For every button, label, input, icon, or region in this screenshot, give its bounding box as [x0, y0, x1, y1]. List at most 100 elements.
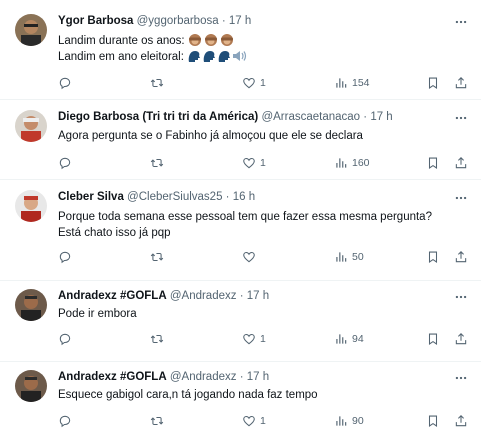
- reply-button[interactable]: [58, 250, 76, 264]
- tweet-text: Porque toda semana esse pessoal tem que …: [58, 211, 432, 223]
- views-button[interactable]: 94: [334, 332, 364, 346]
- views-button[interactable]: 90: [334, 414, 364, 428]
- views-count: 50: [352, 251, 364, 263]
- retweet-button[interactable]: [150, 250, 168, 264]
- author-handle[interactable]: @Andradexz: [170, 290, 237, 302]
- tweet-actions: 1 154: [58, 76, 468, 90]
- tweet-actions: 50: [58, 250, 468, 264]
- tweet-text: Está chato isso já pqp: [58, 227, 171, 239]
- bookmark-button[interactable]: [426, 250, 440, 264]
- timestamp[interactable]: 17 h: [370, 111, 392, 123]
- tweet[interactable]: Andradexz #GOFLA @Andradexz · 17 h Pode …: [0, 281, 481, 362]
- tweet-header: Andradexz #GOFLA @Andradexz · 17 h: [58, 370, 269, 384]
- tweet-actions: 1 160: [58, 156, 468, 170]
- bookmark-icon: [428, 415, 438, 427]
- reply-button[interactable]: [58, 414, 76, 428]
- reply-button[interactable]: [58, 156, 76, 170]
- views-button[interactable]: 160: [334, 156, 370, 170]
- retweet-button[interactable]: [150, 76, 168, 90]
- share-button[interactable]: [454, 76, 468, 90]
- separator: ·: [363, 111, 368, 123]
- speaking-head-icon: [187, 49, 247, 68]
- share-icon: [455, 77, 467, 89]
- views-chart-icon: [336, 416, 347, 426]
- views-chart-icon: [336, 158, 347, 168]
- tweet-text: Landim em ano eleitoral:: [58, 49, 247, 68]
- bookmark-icon: [428, 77, 438, 89]
- reply-button[interactable]: [58, 76, 76, 90]
- retweet-icon: [150, 158, 164, 168]
- heart-icon: [243, 251, 255, 263]
- share-button[interactable]: [454, 414, 468, 428]
- timestamp[interactable]: 17 h: [229, 15, 251, 27]
- timestamp[interactable]: 16 h: [233, 191, 255, 203]
- like-button[interactable]: 1: [242, 332, 266, 346]
- tweet-header: Ygor Barbosa @yggorbarbosa · 17 h: [58, 14, 251, 28]
- author-name[interactable]: Cleber Silva: [58, 191, 124, 203]
- reply-button[interactable]: [58, 332, 76, 346]
- tweet[interactable]: Diego Barbosa (Tri tri tri da América) @…: [0, 100, 481, 180]
- author-name[interactable]: Diego Barbosa (Tri tri tri da América): [58, 111, 258, 123]
- author-name[interactable]: Andradexz #GOFLA: [58, 290, 167, 302]
- avatar[interactable]: [15, 14, 47, 46]
- bookmark-button[interactable]: [426, 414, 440, 428]
- retweet-button[interactable]: [150, 156, 168, 170]
- author-handle[interactable]: @CleberSiulvas25: [127, 191, 222, 203]
- share-button[interactable]: [454, 332, 468, 346]
- bookmark-button[interactable]: [426, 156, 440, 170]
- avatar[interactable]: [15, 110, 47, 142]
- like-button[interactable]: 1: [242, 156, 266, 170]
- more-horizontal-icon[interactable]: [454, 290, 468, 304]
- more-horizontal-icon[interactable]: [454, 111, 468, 125]
- share-icon: [455, 333, 467, 345]
- tweet-text: Agora pergunta se o Fabinho já almoçou q…: [58, 130, 363, 142]
- author-name[interactable]: Andradexz #GOFLA: [58, 371, 167, 383]
- tweet[interactable]: Cleber Silva @CleberSiulvas25 · 16 h Por…: [0, 180, 481, 281]
- heart-icon: [243, 157, 255, 169]
- separator: ·: [239, 290, 244, 302]
- share-icon: [455, 157, 467, 169]
- like-button[interactable]: 1: [242, 414, 266, 428]
- reply-icon: [59, 251, 71, 264]
- timestamp[interactable]: 17 h: [247, 371, 269, 383]
- author-name[interactable]: Ygor Barbosa: [58, 15, 133, 27]
- author-handle[interactable]: @Arrascaetanacao: [261, 111, 360, 123]
- heart-icon: [243, 333, 255, 345]
- tweet[interactable]: Andradexz #GOFLA @Andradexz · 17 h Esque…: [0, 362, 481, 446]
- tweet[interactable]: Ygor Barbosa @yggorbarbosa · 17 h Landim…: [0, 0, 481, 100]
- tweet-header: Diego Barbosa (Tri tri tri da América) @…: [58, 110, 393, 124]
- more-horizontal-icon[interactable]: [454, 371, 468, 385]
- bookmark-button[interactable]: [426, 76, 440, 90]
- retweet-button[interactable]: [150, 332, 168, 346]
- views-count: 160: [352, 157, 370, 169]
- author-handle[interactable]: @yggorbarbosa: [137, 15, 219, 27]
- separator: ·: [239, 371, 244, 383]
- bookmark-icon: [428, 251, 438, 263]
- share-button[interactable]: [454, 250, 468, 264]
- avatar[interactable]: [15, 370, 47, 402]
- author-handle[interactable]: @Andradexz: [170, 371, 237, 383]
- like-count: 1: [260, 77, 266, 89]
- more-horizontal-icon[interactable]: [454, 191, 468, 205]
- views-count: 94: [352, 333, 364, 345]
- views-count: 154: [352, 77, 370, 89]
- tweet-text-line: Landim em ano eleitoral:: [58, 51, 184, 63]
- views-button[interactable]: 50: [334, 250, 364, 264]
- avatar[interactable]: [15, 190, 47, 222]
- bookmark-icon: [428, 333, 438, 345]
- tweet-text-line: Landim durante os anos:: [58, 35, 185, 47]
- like-button[interactable]: 1: [242, 76, 266, 90]
- bookmark-button[interactable]: [426, 332, 440, 346]
- views-button[interactable]: 154: [334, 76, 370, 90]
- like-button[interactable]: [242, 250, 260, 264]
- reply-icon: [59, 77, 71, 90]
- more-horizontal-icon[interactable]: [454, 15, 468, 29]
- share-button[interactable]: [454, 156, 468, 170]
- like-count: 1: [260, 157, 266, 169]
- avatar[interactable]: [15, 289, 47, 321]
- retweet-icon: [150, 78, 164, 88]
- tweet-header: Andradexz #GOFLA @Andradexz · 17 h: [58, 289, 269, 303]
- timestamp[interactable]: 17 h: [247, 290, 269, 302]
- share-icon: [455, 251, 467, 263]
- retweet-button[interactable]: [150, 414, 168, 428]
